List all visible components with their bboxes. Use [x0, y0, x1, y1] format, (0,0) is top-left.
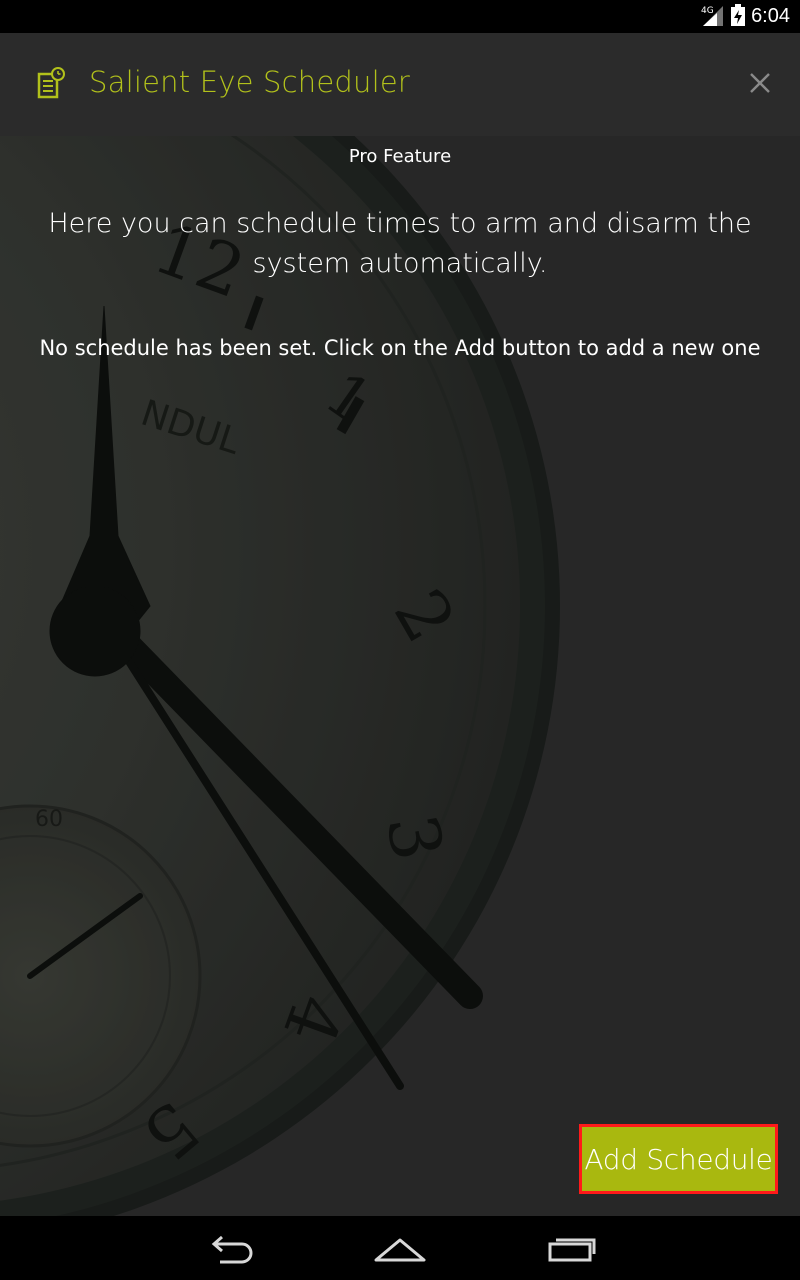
- navigation-bar: [0, 1216, 800, 1280]
- app-bar: Salient Eye Scheduler: [0, 33, 800, 136]
- status-bar: 4G 6:04: [0, 0, 800, 33]
- pro-feature-label: Pro Feature: [348, 146, 452, 167]
- signal-icon: 4G: [701, 4, 725, 30]
- intro-text: Here you can schedule times to arm and d…: [48, 208, 752, 279]
- scheduler-icon: [37, 67, 65, 99]
- close-icon[interactable]: [742, 65, 778, 101]
- status-time: 6:04: [751, 5, 790, 27]
- battery-icon: [731, 3, 746, 30]
- status-icons: 4G 6:04: [701, 0, 790, 33]
- app-title: Salient Eye Scheduler: [89, 65, 411, 99]
- scheduler-content: 12 1 2 3 4 5 NDUL 60 Pro Feature Here yo…: [0, 136, 800, 1216]
- back-icon[interactable]: [202, 1232, 258, 1266]
- empty-schedule-message: No schedule has been set. Click on the A…: [39, 336, 761, 360]
- home-icon[interactable]: [372, 1232, 428, 1266]
- screen: 4G 6:04 Salient Eye Scheduler 12 1 2 3 4…: [0, 0, 800, 1280]
- network-type-label: 4G: [701, 6, 714, 16]
- clock-background-image: 12 1 2 3 4 5 NDUL 60: [0, 136, 800, 1216]
- recent-apps-icon[interactable]: [544, 1232, 600, 1266]
- add-schedule-button[interactable]: Add Schedule: [579, 1124, 778, 1194]
